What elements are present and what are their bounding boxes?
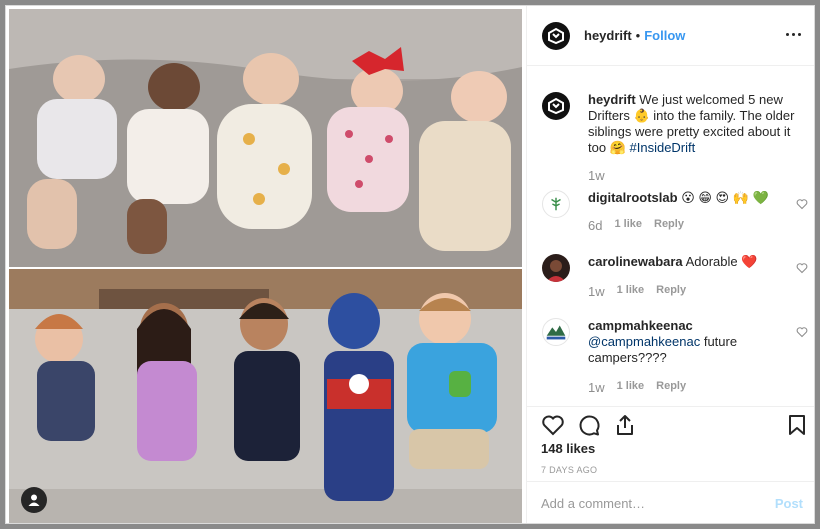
digitalrootslab-avatar[interactable] [542,190,570,218]
comment-like-count[interactable]: 1 like [617,380,645,395]
post-media[interactable] [6,6,526,523]
reply-button[interactable]: Reply [656,284,686,299]
post-dialog: heydrift • Follow heydrift We just welco… [5,5,815,524]
heydrift-avatar[interactable] [542,21,570,50]
heart-icon[interactable] [796,198,808,210]
reply-button[interactable]: Reply [656,380,686,395]
hashtag-link[interactable]: #InsideDrift [630,140,696,155]
post-date[interactable]: 7 DAYS AGO [541,465,597,475]
bookmark-icon[interactable] [785,413,809,437]
separator-dot: • [635,28,641,43]
follow-button[interactable]: Follow [644,28,685,43]
post-button[interactable]: Post [775,496,803,511]
comment-username[interactable]: campmahkeenac [588,318,693,333]
comment-text: 😮 😁 😍 🙌 💚 [681,190,769,205]
comment-body: digitalrootslab 😮 😁 😍 🙌 💚 [588,190,798,206]
comments-list: heydrift We just welcomed 5 new Drifters… [527,66,814,406]
camp-logo-icon [546,325,566,340]
comment-composer: Post [527,481,814,523]
caption-meta: 1w [588,168,605,183]
profile-photo-icon [546,260,566,282]
caption-username[interactable]: heydrift [588,92,636,107]
comment-time[interactable]: 1w [588,284,605,299]
user-tag-icon[interactable] [21,487,47,513]
caption-time[interactable]: 1w [588,168,605,183]
comment-icon[interactable] [577,413,601,437]
comment-text: Adorable ❤️ [685,254,758,269]
comment-like-count[interactable]: 1 like [614,218,642,233]
carolinewabara-avatar[interactable] [542,254,570,282]
post-author-username[interactable]: heydrift [584,28,632,43]
comment-time[interactable]: 1w [588,380,605,395]
comment-username[interactable]: carolinewabara [588,254,683,269]
comment-meta: 1w 1 like Reply [588,284,686,299]
more-icon[interactable] [783,24,803,44]
post-header: heydrift • Follow [527,6,814,66]
caption-body: heydrift We just welcomed 5 new Drifters… [588,92,798,156]
mention-link[interactable]: @campmahkeenac [588,334,700,349]
post-side-panel: heydrift • Follow heydrift We just welco… [526,6,814,523]
comment-like-count[interactable]: 1 like [617,284,645,299]
comment-body: campmahkeenac @campmahkeenac future camp… [588,318,798,366]
tree-logo-icon [551,197,561,211]
comment-username[interactable]: digitalrootslab [588,190,678,205]
heart-icon[interactable] [796,262,808,274]
comment-input[interactable] [541,496,775,511]
share-icon[interactable] [613,413,637,437]
comment-body: carolinewabara Adorable ❤️ [588,254,798,270]
likes-count[interactable]: 148 likes [541,441,595,456]
babies-photo [9,9,522,267]
campmahkeenac-avatar[interactable] [542,318,570,346]
kids-photo [9,269,522,523]
reply-button[interactable]: Reply [654,218,684,233]
post-actions: 148 likes 7 DAYS AGO [527,406,814,481]
drift-logo-icon [548,97,564,115]
drift-logo-icon [548,27,564,44]
heydrift-avatar[interactable] [542,92,570,120]
heart-icon[interactable] [541,413,565,437]
comment-meta: 6d 1 like Reply [588,218,684,233]
heart-icon[interactable] [796,326,808,338]
comment-meta: 1w 1 like Reply [588,380,686,395]
comment-time[interactable]: 6d [588,218,602,233]
